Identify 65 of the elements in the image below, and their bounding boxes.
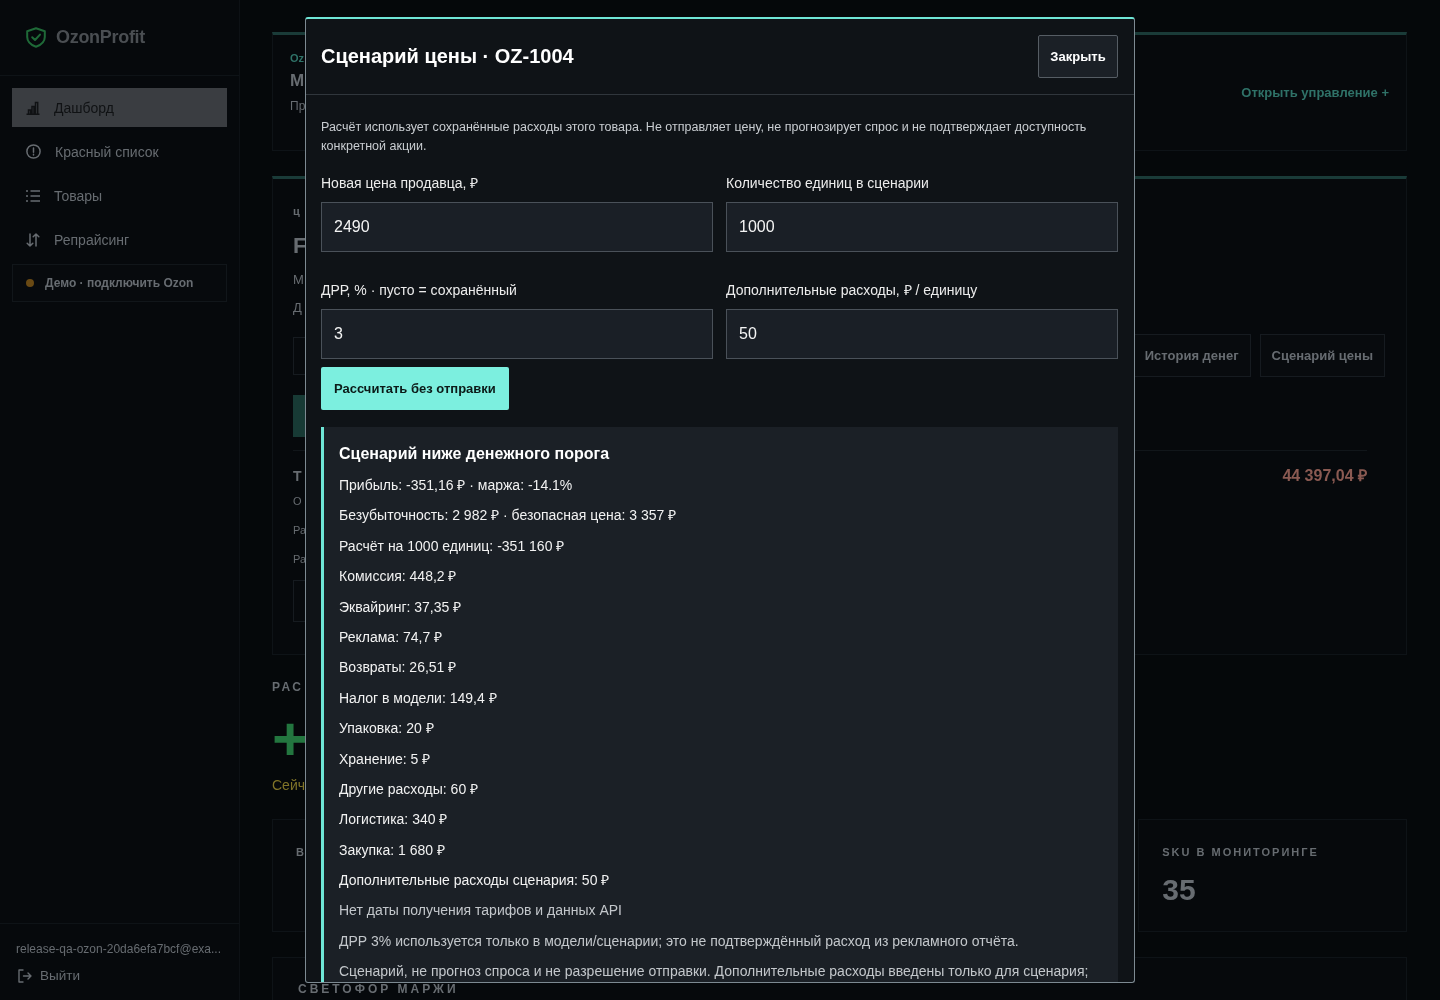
detail-text: Д xyxy=(293,299,302,317)
card-title: СВЕТОФОР МАРЖИ xyxy=(298,982,460,997)
nav-item[interactable]: Товары xyxy=(12,176,227,215)
description-text: Расчёт использует сохранённые расходы этого товара. Не отправляет цену, не прогнозирует спрос и не подтверждает доступность конкретной акции. xyxy=(321,119,1088,155)
product-title: F xyxy=(293,232,307,260)
shield-check-icon xyxy=(26,27,46,48)
field-label: Новая цена продавца, ₽ xyxy=(321,175,479,192)
field-label: Дополнительные расходы, ₽ / единицу xyxy=(726,282,978,299)
result-line: Расчёт на 1000 единиц: -351 160 ₽ xyxy=(339,537,565,555)
outline-button[interactable]: Сценарий цены xyxy=(1259,334,1385,377)
status-text: Сейч xyxy=(272,776,305,795)
result-line: Другие расходы: 60 ₽ xyxy=(339,780,479,798)
modal-title: Сценарий цены · OZ-1004 xyxy=(321,45,574,68)
logout-button[interactable]: Выйти xyxy=(16,967,80,985)
manage-link[interactable]: Открыть управление + xyxy=(1241,85,1389,100)
result-line: Реклама: 74,7 ₽ xyxy=(339,628,443,646)
profit-value: + xyxy=(272,707,309,771)
stat-label: SKU В МОНИТОРИНГЕ xyxy=(1162,846,1319,859)
user-email: release-qa-ozon-20da6efa7bcf@exa... xyxy=(16,941,221,957)
logo-text: OzonProfit xyxy=(56,27,145,48)
result-line: Возвраты: 26,51 ₽ xyxy=(339,659,457,677)
result-line: Хранение: 5 ₽ xyxy=(339,750,431,768)
result-line: Закупка: 1 680 ₽ xyxy=(339,841,446,859)
field-label: ДРР, % · пусто = сохранённый xyxy=(321,282,517,299)
result-note: ДРР 3% используется только в модели/сценарии; это не подтверждённый расход из рекламного отчёта. xyxy=(339,932,1019,950)
card-eyebrow: ц xyxy=(293,204,300,218)
result-title: Сценарий ниже денежного порога xyxy=(339,444,610,463)
logout-icon xyxy=(18,969,32,983)
result-line: Логистика: 340 ₽ xyxy=(339,811,448,829)
result-note: Сценарий, не прогноз спроса и не разрешение отправки. Дополнительные расходы введены только для сценария; xyxy=(339,963,1089,981)
close-button[interactable]: Закрыть xyxy=(1038,35,1118,78)
outline-button[interactable]: История денег xyxy=(1132,334,1251,377)
card-title: M xyxy=(290,70,305,92)
stat-label: В xyxy=(296,846,306,859)
section-label: РАС xyxy=(272,680,304,695)
detail-text: М xyxy=(293,271,304,289)
row-label: O xyxy=(293,494,302,509)
input-field[interactable]: 3 xyxy=(321,309,713,359)
input-field[interactable]: 1000 xyxy=(726,202,1118,252)
result-line: Упаковка: 20 ₽ xyxy=(339,720,434,738)
stat-value: 35 xyxy=(1162,873,1196,907)
result-line: Налог в модели: 149,4 ₽ xyxy=(339,689,497,707)
row-label: Ра xyxy=(293,552,307,567)
nav-item[interactable]: Красный список xyxy=(12,132,227,171)
nav-item[interactable]: Репрайсинг xyxy=(12,220,227,259)
result-line: Эквайринг: 37,35 ₽ xyxy=(339,598,462,616)
alert-circle-icon xyxy=(26,144,41,159)
section-title: Т xyxy=(293,467,302,486)
total-amount: 44 397,04 ₽ xyxy=(1282,466,1367,486)
card-subtitle: Пр xyxy=(290,98,306,114)
list-icon xyxy=(26,189,40,202)
demo-connect-button[interactable]: Демо · подключить Ozon xyxy=(12,264,227,302)
input-field[interactable]: 2490 xyxy=(321,202,713,252)
bar-chart-icon xyxy=(26,100,40,115)
result-line: Дополнительные расходы сценария: 50 ₽ xyxy=(339,872,610,890)
card-eyebrow: Oz xyxy=(290,52,305,65)
result-line: Комиссия: 448,2 ₽ xyxy=(339,568,457,586)
sort-arrows-icon xyxy=(26,232,40,247)
result-line: Безубыточность: 2 982 ₽ · безопасная цена: 3 357 ₽ xyxy=(339,507,677,525)
result-line: Прибыль: -351,16 ₽ · маржа: -14.1% xyxy=(339,477,573,494)
field-label: Количество единиц в сценарии xyxy=(726,175,929,192)
row-label: Ра xyxy=(293,523,307,538)
input-field[interactable]: 50 xyxy=(726,309,1118,359)
result-note: Нет даты получения тарифов и данных API xyxy=(339,902,622,920)
calculate-button[interactable]: Рассчитать без отправки xyxy=(321,367,509,410)
